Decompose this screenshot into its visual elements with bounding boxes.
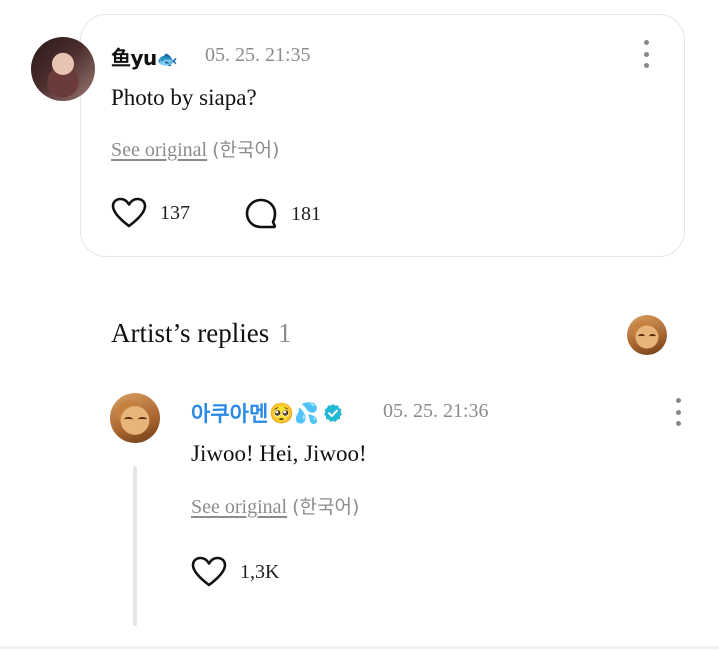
comment-like-count: 137 bbox=[160, 201, 190, 224]
reply-see-original-link[interactable]: See original bbox=[191, 496, 287, 518]
artist-replies-count: 1 bbox=[277, 318, 292, 348]
reply-text: Jiwoo! Hei, Jiwoo! bbox=[191, 441, 367, 466]
verified-badge-icon bbox=[324, 404, 342, 422]
reply-like-button[interactable]: 1,3K bbox=[191, 556, 279, 588]
reply-author-name[interactable]: 아쿠아멘 🥺💦 bbox=[191, 398, 343, 428]
comment-reply-button[interactable]: 181 bbox=[244, 197, 321, 231]
reply-more-options-icon[interactable] bbox=[673, 398, 683, 426]
pleading-sweat-emoji-icon: 🥺💦 bbox=[269, 401, 320, 425]
comment-more-options-icon[interactable] bbox=[641, 40, 651, 68]
heart-icon bbox=[191, 556, 227, 587]
artist-replies-header: Artist’s replies 1 bbox=[111, 318, 291, 349]
comment-date: 05. 25. 21:35 bbox=[205, 44, 311, 66]
see-original-link[interactable]: See original bbox=[111, 139, 207, 161]
comment-see-original[interactable]: See original (한국어) bbox=[111, 135, 279, 162]
reply-see-original[interactable]: See original (한국어) bbox=[191, 492, 359, 519]
comment-author-name[interactable]: 鱼yu🐟 bbox=[111, 42, 178, 71]
fish-emoji-icon: 🐟 bbox=[156, 50, 178, 70]
reply-author-avatar[interactable] bbox=[110, 393, 160, 443]
reply-like-count: 1,3K bbox=[240, 560, 280, 583]
thread-line bbox=[133, 466, 137, 626]
reply-author-name-text: 아쿠아멘 bbox=[191, 402, 269, 426]
comment-author-avatar[interactable] bbox=[31, 37, 95, 101]
comment-author-name-text: 鱼yu bbox=[111, 46, 157, 70]
artist-avatar-small[interactable] bbox=[627, 315, 667, 355]
bottom-divider bbox=[0, 646, 719, 649]
comment-like-button[interactable]: 137 bbox=[111, 197, 190, 229]
comment-bubble-icon bbox=[245, 198, 277, 229]
reply-date: 05. 25. 21:36 bbox=[383, 400, 489, 422]
comment-reply-count: 181 bbox=[291, 202, 321, 225]
reply-original-language-label: (한국어) bbox=[292, 496, 360, 518]
original-language-label: (한국어) bbox=[212, 139, 280, 161]
artist-replies-title: Artist’s replies bbox=[111, 318, 270, 348]
comment-text: Photo by siapa? bbox=[111, 85, 257, 110]
heart-icon bbox=[111, 197, 147, 228]
